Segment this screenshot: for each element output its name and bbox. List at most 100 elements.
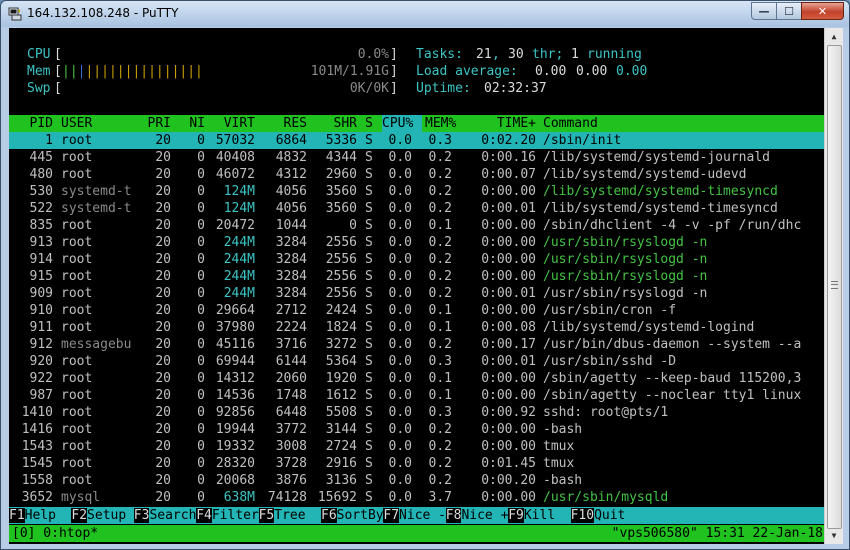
col-res[interactable]: RES	[259, 115, 307, 132]
scroll-down-arrow[interactable]: ▼	[825, 527, 843, 543]
cell-pri: 20	[155, 150, 171, 165]
process-row[interactable]: 1558 root 20 0 20068 3876 3136 S 0.0 0.2 0:00.20 -b…	[9, 472, 824, 489]
tmux-window-label[interactable]: [0] 0:htop*	[12, 525, 98, 542]
col-pri[interactable]: PRI	[139, 115, 171, 132]
cell-user: root	[61, 133, 93, 148]
cell-command: /lib/systemd/systemd-timesyncd	[543, 184, 778, 199]
fkey-f5[interactable]: F5Tree	[258, 507, 322, 524]
load-label: Load average:	[416, 64, 518, 79]
process-row[interactable]: 911 root 20 0 37980 2224 1824 S 0.0 0.1 0:00.08/li…	[9, 319, 824, 336]
cell-pri: 20	[155, 269, 171, 284]
close-button[interactable]: ✕	[801, 2, 844, 20]
process-row[interactable]: 1416 root 20 0 19944 3772 3144 S 0.0 0.2 0:00.00 -b…	[9, 421, 824, 438]
cell-pri: 20	[155, 405, 171, 420]
cell-res: 3284	[275, 286, 307, 301]
cell-time: 0:00.16	[481, 150, 536, 165]
maximize-button[interactable]: ☐	[776, 2, 802, 20]
cell-virt: 14312	[215, 371, 255, 386]
col-shr[interactable]: SHR	[309, 115, 357, 132]
process-row[interactable]: 922 root 20 0 14312 2060 1920 S 0.0 0.1 0:00.00/sb…	[9, 370, 824, 387]
col-user[interactable]: USER	[61, 115, 92, 132]
fkey-f6[interactable]: F6SortBy	[321, 507, 384, 524]
process-row[interactable]: 909 root 20 0 244M 3284 2556 S 0.0 0.2 0:00.01/usr…	[9, 285, 824, 302]
process-row[interactable]: 914 root 20 0 244M 3284 2556 S 0.0 0.2 0:00.00/usr…	[9, 251, 824, 268]
process-row[interactable]: 1545 root 20 0 28320 3728 2916 S 0.0 0.2 0:01.45 tm…	[9, 455, 824, 472]
cell-ni: 0	[197, 252, 205, 267]
scroll-thumb[interactable]	[827, 45, 842, 529]
cell-time: 0:00.00	[481, 303, 536, 318]
cell-res: 1044	[275, 218, 307, 233]
process-row[interactable]: 915 root 20 0 244M 3284 2556 S 0.0 0.2 0:00.00/usr…	[9, 268, 824, 285]
cell-user: root	[61, 354, 93, 369]
swp-meter: Swp[ 0K/0K] Uptime: 02:32:37	[9, 80, 824, 97]
cell-cpu: 0.0	[388, 388, 412, 403]
cell-pri: 20	[155, 235, 171, 250]
process-row[interactable]: 522 systemd-t 20 0 124M 4056 3560 S 0.0 0.2 0:00.0…	[9, 200, 824, 217]
cell-user: root	[61, 303, 93, 318]
fkey-f2[interactable]: F2Setup	[71, 507, 135, 524]
process-row[interactable]: 920 root 20 0 69944 6144 5364 S 0.0 0.3 0:00.01/us…	[9, 353, 824, 370]
cell-cpu: 0.0	[388, 184, 412, 199]
cell-shr: 5508	[325, 405, 357, 420]
fkey-f7[interactable]: F7Nice -	[383, 507, 447, 524]
process-row[interactable]: 480 root 20 0 46072 4312 2960 S 0.0 0.2 0:00.07/li…	[9, 166, 824, 183]
terminal-area[interactable]: CPU[ 0.0%] Tasks: 21, 30 thr; 1 running …	[9, 28, 824, 544]
process-row[interactable]: 530 systemd-t 20 0 124M 4056 3560 S 0.0 0.2 0:00.0…	[9, 183, 824, 200]
cell-pri: 20	[155, 286, 171, 301]
cell-virt: 14536	[215, 388, 255, 403]
scroll-up-arrow[interactable]: ▲	[825, 28, 843, 44]
cell-shr: 15692	[317, 490, 357, 505]
process-row[interactable]: 1543 root 20 0 19332 3008 2724 S 0.0 0.2 0:00.00 tm…	[9, 438, 824, 455]
col-state[interactable]: S	[365, 115, 373, 132]
mem-label: Mem	[27, 64, 51, 79]
process-row[interactable]: 913 root 20 0 244M 3284 2556 S 0.0 0.2 0:00.00/usr…	[9, 234, 824, 251]
cell-command: /usr/sbin/rsyslogd -n	[543, 286, 708, 301]
cell-user: root	[61, 218, 93, 233]
cell-virt: 37980	[215, 320, 255, 335]
fkey-f8[interactable]: F8Nice +	[445, 507, 509, 524]
cell-shr: 2556	[325, 269, 357, 284]
cell-mem: 0.2	[428, 201, 452, 216]
cell-command: tmux	[543, 439, 575, 454]
fkey-f9[interactable]: F9Kill	[508, 507, 571, 524]
process-row[interactable]: 1410 root 20 0 92856 6448 5508 S 0.0 0.3 0:00.92 ss…	[9, 404, 824, 421]
minimize-button[interactable]: —	[751, 2, 777, 20]
cell-command: /sbin/init	[543, 133, 622, 148]
process-row[interactable]: 1 root 20 0 57032 6864 5336 S 0.0 0.3 0:02.20/sbin…	[9, 132, 824, 149]
cell-pri: 20	[155, 388, 171, 403]
fkey-f10[interactable]: F10Quit	[570, 507, 642, 524]
process-row[interactable]: 3652 mysql 20 0 638M 74128 15692 S 0.0 3.7 0:00.00…	[9, 489, 824, 506]
process-row[interactable]: 910 root 20 0 29664 2712 2424 S 0.0 0.1 0:00.00/us…	[9, 302, 824, 319]
col-mem[interactable]: MEM%	[425, 115, 456, 132]
cell-res: 4056	[275, 201, 307, 216]
process-row[interactable]: 445 root 20 0 40408 4832 4344 S 0.0 0.2 0:00.16/li…	[9, 149, 824, 166]
col-pid[interactable]: PID	[9, 115, 53, 132]
fkey-f4[interactable]: F4Filter	[196, 507, 259, 524]
cell-user: systemd-t	[61, 201, 132, 216]
fkey-f3[interactable]: F3Search	[133, 507, 197, 524]
running-count: 1	[571, 47, 579, 62]
process-row[interactable]: 912 messagebu 20 0 45116 3716 3272 S 0.0 0.2 0:00.…	[9, 336, 824, 353]
col-cpu[interactable]: CPU%	[382, 115, 422, 132]
col-virt[interactable]: VIRT	[209, 115, 255, 132]
col-command[interactable]: Command	[543, 115, 598, 132]
fkey-number: F7	[383, 508, 400, 523]
cell-time: 0:00.01	[481, 354, 536, 369]
cell-time: 0:00.00	[481, 422, 536, 437]
process-row[interactable]: 835 root 20 0 20472 1044 0 S 0.0 0.1 0:00.00/sbin/…	[9, 217, 824, 234]
cell-pid: 1410	[21, 405, 53, 420]
process-row[interactable]: 987 root 20 0 14536 1748 1612 S 0.0 0.1 0:00.00/sb…	[9, 387, 824, 404]
vertical-scrollbar[interactable]: ▲ ▼	[824, 28, 843, 544]
cell-user: root	[61, 388, 93, 403]
tmux-host-time: "vps506580" 15:31 22-Jan-18	[611, 526, 823, 541]
cell-user: root	[61, 456, 93, 471]
title-bar[interactable]: 164.132.108.248 - PuTTY — ☐ ✕	[1, 1, 849, 27]
cell-res: 3008	[275, 439, 307, 454]
cell-pid: 912	[29, 337, 53, 352]
cell-s: S	[365, 473, 373, 488]
fkey-f1[interactable]: F1Help	[9, 507, 72, 524]
col-ni[interactable]: NI	[179, 115, 205, 132]
process-table-header[interactable]: PID USER PRI NI VIRT RES SHR S CPU% MEM%…	[9, 115, 824, 132]
col-time[interactable]: TIME+	[464, 115, 536, 132]
cell-mem: 3.7	[428, 490, 452, 505]
